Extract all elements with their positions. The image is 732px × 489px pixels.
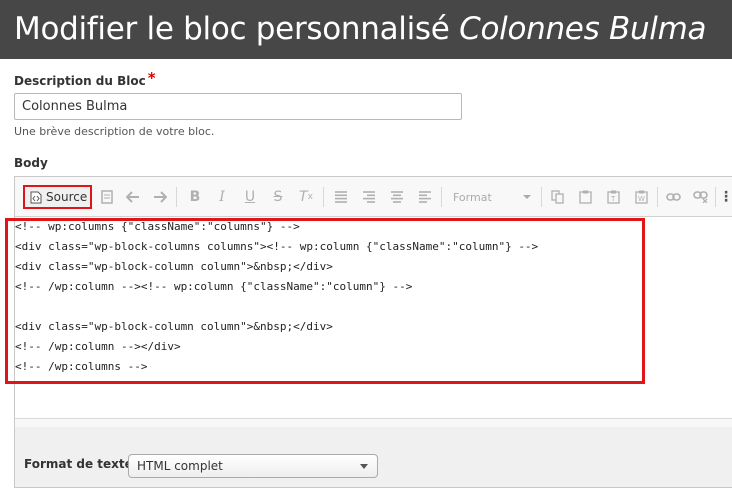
- link-icon[interactable]: [665, 188, 681, 206]
- body-editor: Source B I U S Tx Format T W ⋮ <!-- wp:c…: [5, 176, 732, 488]
- italic-icon[interactable]: I: [214, 188, 230, 206]
- code-line: <!-- /wp:column --></div>: [15, 340, 181, 353]
- paste-text-icon[interactable]: T: [605, 188, 621, 206]
- description-help-text: Une brève description de votre bloc.: [14, 125, 215, 138]
- source-code-area[interactable]: <!-- wp:columns {"className":"columns"} …: [5, 217, 732, 419]
- strikethrough-icon[interactable]: S: [270, 188, 286, 206]
- page-title-prefix: Modifier le bloc personnalisé: [14, 11, 450, 47]
- toolbar-separator: [176, 187, 177, 207]
- source-button-label: Source: [46, 190, 88, 204]
- align-left-icon[interactable]: [417, 188, 433, 206]
- text-format-select[interactable]: HTML complet: [128, 454, 378, 478]
- text-format-label: Format de texte: [24, 457, 133, 471]
- underline-icon[interactable]: U: [242, 188, 258, 206]
- paste-word-icon[interactable]: W: [633, 188, 649, 206]
- chevron-down-icon: [360, 464, 368, 469]
- more-options-icon[interactable]: ⋮: [719, 188, 732, 206]
- paste-icon[interactable]: [577, 188, 593, 206]
- code-line: <div class="wp-block-columns columns"><!…: [15, 240, 539, 253]
- toolbar-separator: [715, 187, 716, 207]
- toolbar-separator: [441, 187, 442, 207]
- required-marker: *: [147, 69, 156, 87]
- page-header: Modifier le bloc personnalisé Colonnes B…: [0, 0, 732, 59]
- text-format-selected: HTML complet: [137, 459, 223, 473]
- svg-text:T: T: [610, 195, 616, 203]
- align-justify-icon[interactable]: [333, 188, 349, 206]
- page-title-block-name: Colonnes Bulma: [459, 11, 707, 47]
- svg-text:W: W: [638, 195, 645, 203]
- unlink-icon[interactable]: [692, 188, 708, 206]
- bold-icon[interactable]: B: [187, 188, 203, 206]
- toolbar-separator: [323, 187, 324, 207]
- format-dropdown[interactable]: Format: [447, 187, 535, 207]
- align-right-icon[interactable]: [361, 188, 377, 206]
- source-button[interactable]: Source: [23, 185, 92, 209]
- templates-icon[interactable]: [99, 188, 115, 206]
- chevron-down-icon: [523, 195, 531, 199]
- remove-format-icon[interactable]: Tx: [298, 188, 314, 206]
- body-label: Body: [14, 156, 48, 170]
- code-line: <!-- wp:columns {"className":"columns"} …: [15, 220, 300, 233]
- description-label: Description du Bloc *: [14, 69, 156, 89]
- code-line: <!-- /wp:column --><!-- wp:column {"clas…: [15, 280, 413, 293]
- toolbar-separator: [541, 187, 542, 207]
- description-label-text: Description du Bloc: [14, 74, 146, 88]
- format-dropdown-label: Format: [453, 190, 492, 204]
- copy-icon[interactable]: [549, 188, 565, 206]
- code-line: <!-- /wp:columns -->: [15, 360, 148, 373]
- editor-toolbar: Source B I U S Tx Format T W ⋮: [15, 177, 732, 217]
- undo-icon[interactable]: [125, 188, 141, 206]
- redo-icon[interactable]: [152, 188, 168, 206]
- align-center-icon[interactable]: [389, 188, 405, 206]
- page-title: Modifier le bloc personnalisé Colonnes B…: [14, 8, 707, 50]
- code-line: <div class="wp-block-column column">&nbs…: [15, 320, 333, 333]
- source-icon: [30, 191, 42, 203]
- description-input[interactable]: Colonnes Bulma: [14, 93, 462, 120]
- code-line: <div class="wp-block-column column">&nbs…: [15, 260, 333, 273]
- toolbar-separator: [657, 187, 658, 207]
